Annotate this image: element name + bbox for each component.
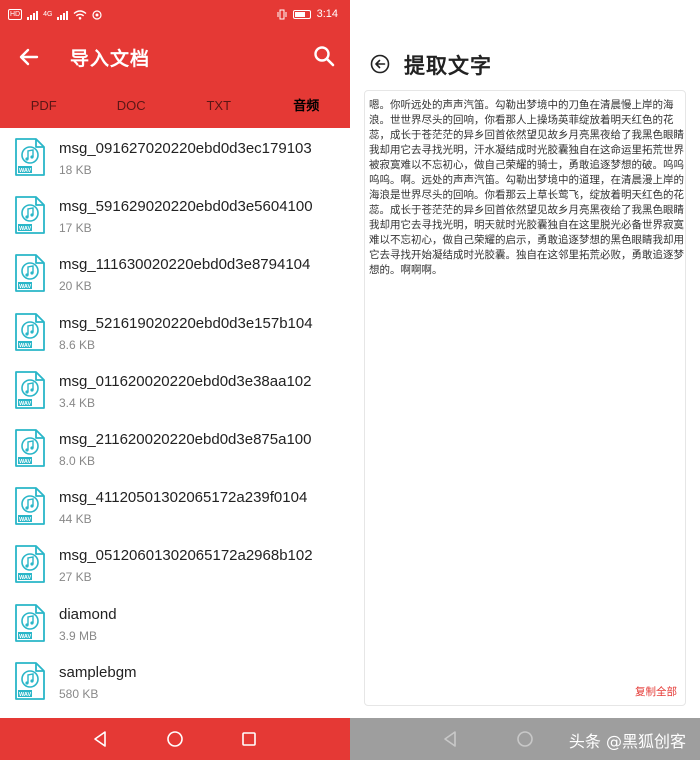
tab-pdf[interactable]: PDF [0, 86, 88, 128]
list-item[interactable]: WAV msg_211620020220ebd0d3e875a100 8.0 KB [0, 419, 350, 477]
file-size: 44 KB [59, 512, 92, 527]
file-name: msg_211620020220ebd0d3e875a100 [59, 430, 312, 448]
audio-file-icon: WAV [15, 254, 45, 293]
circle-arrow-left-icon[interactable] [370, 54, 390, 74]
navigation-bar [0, 718, 350, 760]
nav-back-icon[interactable] [92, 730, 108, 748]
navigation-bar-right: 头条 @黑狐创客 [350, 718, 700, 760]
status-bar: HD 4G 3:14 [0, 0, 350, 30]
file-name: msg_091627020220ebd0d3ec179103 [59, 140, 312, 157]
tab-txt[interactable]: TXT [175, 86, 263, 128]
file-name: samplebgm [59, 663, 137, 681]
file-type-label: WAV [19, 459, 31, 465]
battery-icon [292, 9, 311, 19]
file-type-label: WAV [19, 692, 31, 698]
page-title: 提取文字 [404, 54, 492, 78]
tab-audio[interactable]: 音频 [263, 86, 351, 128]
file-size: 3.4 KB [59, 395, 96, 410]
list-item[interactable]: WAV diamond 3.9 MB [0, 594, 350, 652]
file-size: 580 KB [59, 686, 99, 701]
status-right-icons: 3:14 [277, 8, 338, 20]
audio-file-icon: WAV [15, 603, 45, 642]
file-type-label: WAV [19, 168, 31, 174]
file-type-label: WAV [19, 517, 31, 523]
file-size: 17 KB [59, 221, 92, 236]
file-size: 8.0 KB [59, 453, 96, 468]
nav-recents-icon[interactable] [241, 730, 257, 748]
audio-file-icon: WAV [15, 370, 45, 409]
audio-file-icon: WAV [15, 487, 45, 526]
audio-file-icon: WAV [15, 312, 45, 351]
list-item[interactable]: WAV msg_05120601302065172a2968b102 27 KB [0, 535, 350, 593]
file-list: WAV msg_091627020220ebd0d3ec179103 18 KB WA… [0, 128, 350, 710]
list-item[interactable]: WAV msg_111630020220ebd0d3e8794104 20 KB [0, 244, 350, 302]
vibrate-icon [277, 9, 287, 19]
tab-doc[interactable]: DOC [88, 86, 176, 128]
list-item[interactable]: WAV msg_591629020220ebd0d3e5604100 17 KB [0, 186, 350, 244]
list-item[interactable]: WAV msg_091627020220ebd0d3ec179103 18 KB [0, 128, 350, 186]
extracted-text: 嗯。你听远处的声声汽笛。勾勒出梦境中的刀鱼在清晨慢上岸的海浪。世世界尽头的回响，… [369, 99, 684, 276]
notification-icon [92, 9, 103, 20]
toolbar-title: 导入文档 [70, 48, 151, 70]
audio-file-icon: WAV [15, 545, 45, 584]
list-item[interactable]: WAV msg_011620020220ebd0d3e38aa102 3.4 KB [0, 361, 350, 419]
watermark: 头条 @黑狐创客 [568, 732, 686, 751]
file-type-label: WAV [19, 343, 31, 349]
nav-home-icon[interactable] [516, 730, 534, 748]
search-icon[interactable] [312, 44, 336, 68]
toolbar: 导入文档 [0, 30, 350, 86]
audio-file-icon: WAV [15, 661, 45, 700]
file-size: 3.9 MB [59, 628, 98, 643]
file-type-label: WAV [19, 575, 31, 581]
network-type-label: 4G [43, 11, 53, 18]
wifi-icon [74, 9, 87, 20]
extract-text-screen: 提取文字 嗯。你听远处的声声汽笛。勾勒出梦境中的刀鱼在清晨慢上岸的海浪。世世界尽… [350, 0, 700, 760]
audio-file-icon: WAV [15, 429, 45, 467]
hd-badge: HD [8, 9, 23, 20]
signal-icon-2 [57, 10, 69, 20]
clock: 3:14 [316, 8, 338, 20]
list-item[interactable]: WAV msg_521619020220ebd0d3e157b104 8.6 KB [0, 303, 350, 361]
extracted-text-area[interactable]: 嗯。你听远处的声声汽笛。勾勒出梦境中的刀鱼在清晨慢上岸的海浪。世世界尽头的回响，… [364, 90, 686, 706]
audio-file-icon: WAV [15, 196, 45, 235]
file-name: diamond [59, 605, 117, 623]
file-type-tabs: PDF DOC TXT 音频 [0, 86, 350, 128]
extract-header: 提取文字 [350, 0, 700, 90]
file-name: msg_05120601302065172a2968b102 [59, 547, 313, 565]
file-name: msg_591629020220ebd0d3e5604100 [59, 198, 313, 216]
file-type-label: WAV [19, 401, 31, 407]
list-item[interactable]: WAV msg_41120501302065172a239f0104 44 KB [0, 477, 350, 535]
copy-all-button[interactable]: 复制全部 [635, 684, 677, 699]
nav-home-icon[interactable] [166, 730, 184, 748]
file-size: 18 KB [59, 163, 92, 177]
file-type-label: WAV [19, 634, 31, 640]
arrow-left-icon[interactable] [16, 44, 42, 70]
status-left-icons: HD 4G [8, 9, 103, 20]
file-name: msg_111630020220ebd0d3e8794104 [59, 256, 311, 274]
file-name: msg_011620020220ebd0d3e38aa102 [59, 372, 312, 390]
file-type-label: WAV [19, 284, 31, 290]
file-type-label: WAV [19, 226, 31, 232]
list-item[interactable]: WAV samplebgm 580 KB [0, 652, 350, 710]
file-name: msg_41120501302065172a239f0104 [59, 489, 308, 507]
file-name: msg_521619020220ebd0d3e157b104 [59, 314, 313, 332]
import-document-screen: HD 4G 3:14 导入文档 PDF DOC TXT 音频 WAV msg_0… [0, 0, 350, 760]
file-size: 27 KB [59, 570, 92, 585]
audio-file-icon: WAV [15, 138, 45, 176]
file-size: 20 KB [59, 279, 92, 294]
signal-icon [27, 10, 39, 20]
nav-back-icon[interactable] [442, 730, 458, 748]
file-size: 8.6 KB [59, 337, 96, 352]
